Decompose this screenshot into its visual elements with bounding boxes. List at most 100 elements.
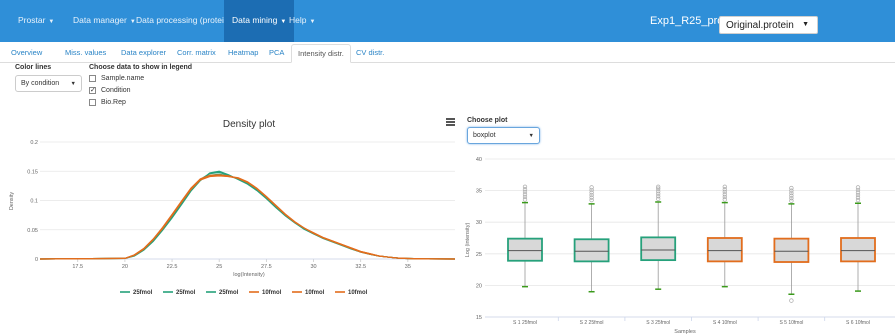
legend-item-label: 25fmol	[133, 290, 153, 296]
box-outlier	[855, 185, 861, 190]
legend-item-label: 10fmol	[262, 290, 282, 296]
dataset-name: Exp1_R25_prot	[650, 15, 727, 27]
chevron-down-icon: ▼	[70, 81, 76, 87]
tab-cv-distr[interactable]: CV distr.	[356, 48, 384, 57]
density-x-tick-label: 20	[122, 264, 128, 270]
density-y-tick-label: 0.05	[27, 228, 38, 234]
density-series-line	[39, 175, 456, 260]
density-x-tick-label: 25	[216, 264, 222, 270]
density-y-tick-label: 0.15	[27, 169, 38, 175]
tab-bar: Overview Miss. values Data explorer Corr…	[0, 42, 895, 63]
nav-data-mining-label: Data mining	[232, 15, 278, 25]
box-category-label: S 2 25fmol	[580, 320, 604, 326]
chevron-down-icon: ▼	[280, 19, 287, 25]
dataset-select-value: Original.protein	[726, 20, 794, 31]
tab-corr-matrix[interactable]: Corr. matrix	[177, 48, 216, 57]
tab-heatmap[interactable]: Heatmap	[228, 48, 258, 57]
box-x-axis-label: Samples	[674, 329, 696, 335]
tab-overview[interactable]: Overview	[11, 48, 42, 57]
nav-help[interactable]: Help ▼	[289, 15, 315, 25]
legend-item-label: 10fmol	[305, 290, 325, 296]
box-outlier	[522, 184, 528, 189]
nav-data-mining[interactable]: Data mining ▼	[224, 0, 295, 42]
density-series-line	[39, 170, 456, 260]
density-x-tick-label: 27.5	[261, 264, 272, 270]
density-x-tick-label: 30	[310, 264, 316, 270]
density-plot: Density plot Density log(Intensity) 0 0.0…	[9, 119, 456, 296]
dataset-select[interactable]: Original.protein ▼	[719, 16, 818, 34]
chevron-down-icon: ▼	[309, 19, 316, 25]
box-plot: Log (intensity) Samples 15 20 25 30 35 40 S 1 …	[465, 157, 895, 335]
box-body	[640, 236, 677, 262]
box-outlier	[722, 184, 727, 189]
density-x-axis-label: log(Intensity)	[233, 272, 265, 278]
density-x-tick-label: 32.5	[355, 264, 366, 270]
legend-option-condition[interactable]: ✓ Condition	[89, 87, 131, 94]
box-y-tick-label: 15	[476, 315, 482, 321]
chevron-down-icon: ▼	[129, 19, 136, 25]
checkbox-icon[interactable]	[89, 99, 96, 106]
chevron-down-icon: ▼	[528, 133, 534, 139]
density-y-tick-label: 0.2	[30, 140, 38, 146]
box-body	[573, 238, 610, 263]
box-category-label: S 5 10fmol	[779, 320, 803, 326]
chevron-down-icon: ▼	[802, 21, 809, 28]
density-series-line	[39, 174, 456, 260]
tab-miss-values[interactable]: Miss. values	[65, 48, 106, 57]
box-outlier	[789, 298, 794, 303]
legend-option-bio-rep[interactable]: Bio.Rep	[89, 99, 126, 106]
top-navbar: Prostar ▼ Data manager ▼ Data processing (…	[0, 0, 895, 42]
box-y-tick-label: 40	[476, 157, 482, 163]
legend-option-label: Sample.name	[101, 75, 145, 82]
box-y-tick-label: 25	[476, 252, 482, 258]
color-lines-label: Color lines	[15, 64, 52, 71]
choose-plot-value: boxplot	[473, 132, 496, 139]
box-body	[507, 237, 543, 262]
box-outlier	[789, 185, 794, 191]
density-series-line	[39, 171, 456, 260]
box-y-tick-label: 20	[476, 283, 482, 289]
nav-data-processing-label: Data processing (protein)	[136, 15, 232, 25]
density-series-line	[39, 173, 456, 260]
choose-plot-label: Choose plot	[467, 117, 508, 124]
checkbox-icon[interactable]	[89, 75, 96, 82]
box-y-axis-label: Log (intensity)	[465, 223, 471, 258]
density-x-tick-label: 35	[405, 264, 411, 270]
box-y-tick-label: 30	[476, 220, 482, 226]
legend-item-label: 10fmol	[348, 290, 368, 296]
density-plot-title: Density plot	[223, 119, 275, 130]
density-series-line	[39, 174, 456, 260]
box-outlier	[589, 185, 594, 190]
nav-data-manager-label: Data manager	[73, 15, 127, 25]
nav-data-manager[interactable]: Data manager ▼	[73, 15, 136, 25]
box-category-label: S 4 10fmol	[713, 320, 737, 326]
box-category-label: S 6 10fmol	[846, 320, 870, 326]
legend-item-label: 25fmol	[176, 290, 196, 296]
box-category-label: S 1 25fmol	[513, 320, 537, 326]
color-lines-value: By condition	[21, 80, 60, 87]
density-y-tick-label: 0	[35, 257, 38, 263]
density-x-tick-label: 22.5	[167, 264, 178, 270]
legend-option-label: Condition	[101, 87, 131, 94]
tab-intensity-distr[interactable]: Intensity distr.	[291, 44, 351, 63]
legend-item-label: 25fmol	[219, 290, 239, 296]
nav-help-label: Help	[289, 15, 307, 25]
density-y-tick-label: 0.1	[30, 199, 38, 205]
box-body	[773, 237, 810, 263]
legend-options-label: Choose data to show in legend	[89, 64, 193, 71]
box-category-label: S 3 25fmol	[646, 320, 670, 326]
tab-pca[interactable]: PCA	[269, 48, 284, 57]
choose-plot-select[interactable]: boxplot ▼	[467, 127, 540, 144]
legend-option-sample-name[interactable]: Sample.name	[89, 75, 144, 82]
box-body	[840, 237, 876, 263]
nav-prostar-label: Prostar	[18, 15, 46, 25]
checkbox-checked-icon[interactable]: ✓	[89, 87, 96, 94]
color-lines-select[interactable]: By condition ▼	[15, 75, 82, 92]
chevron-down-icon: ▼	[48, 19, 55, 25]
box-y-tick-label: 35	[476, 189, 482, 195]
nav-prostar[interactable]: Prostar ▼	[18, 15, 54, 25]
legend-option-label: Bio.Rep	[101, 99, 126, 106]
density-y-axis-label: Density	[9, 192, 15, 211]
tab-data-explorer[interactable]: Data explorer	[121, 48, 166, 57]
density-x-tick-label: 17.5	[72, 264, 83, 270]
